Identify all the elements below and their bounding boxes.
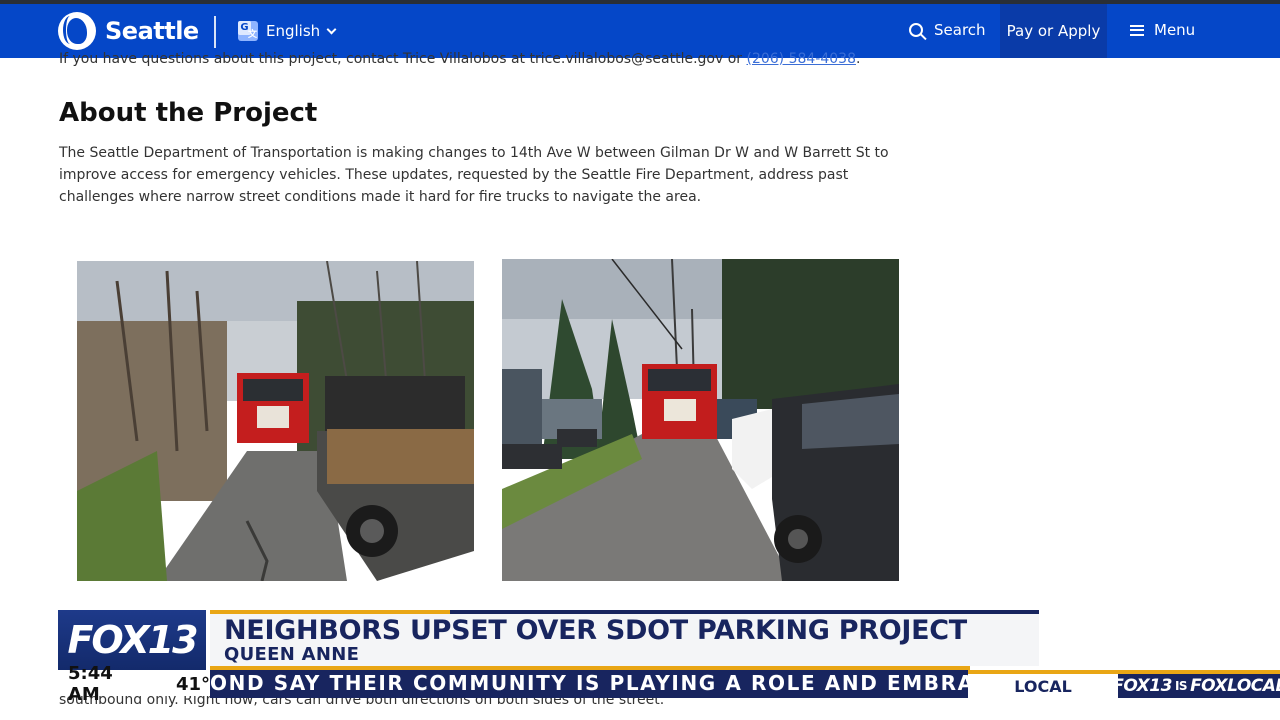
site-header: Seattle G文 English Search Pay or Apply M… (0, 4, 1280, 58)
search-icon (909, 23, 923, 37)
contact-line: If you have questions about this project… (59, 51, 860, 67)
seattle-logo-link[interactable]: Seattle (58, 12, 199, 50)
news-ticker: OND SAY THEIR COMMUNITY IS PLAYING A ROL… (210, 670, 968, 698)
logo-text: Seattle (105, 17, 199, 45)
header-divider (214, 16, 216, 48)
news-headline: NEIGHBORS UPSET OVER SDOT PARKING PROJEC… (224, 615, 967, 646)
page-section-title: About the Project (59, 98, 318, 128)
language-selector[interactable]: G文 English (238, 21, 337, 41)
fire-truck-photo-left (77, 261, 474, 581)
fox13-station-logo: FOX13 (58, 610, 206, 670)
menu-label: Menu (1154, 21, 1196, 39)
pay-or-apply-button[interactable]: Pay or Apply (1000, 4, 1107, 58)
language-label: English (266, 22, 321, 40)
station-logo-text: FOX13 (67, 618, 198, 662)
about-paragraph: The Seattle Department of Transportation… (59, 145, 889, 205)
time-temperature-box: 5:44 AM 41° (58, 663, 210, 705)
news-subheadline: QUEEN ANNE (224, 644, 360, 665)
contact-phone-link[interactable]: (206) 584-4038 (746, 51, 856, 67)
google-translate-icon: G文 (238, 21, 258, 41)
broadcast-temperature: 41° (175, 673, 210, 695)
brand-left: FOX13 (1112, 676, 1172, 696)
hamburger-menu-icon (1130, 24, 1144, 36)
brand-mid: IS (1174, 679, 1188, 693)
search-label: Search (934, 21, 986, 39)
fox13-is-foxlocal-brand: FOX13 IS FOXLOCAL (1112, 670, 1280, 698)
chevron-down-icon (326, 24, 337, 34)
search-button[interactable]: Search (909, 21, 986, 39)
ticker-text: OND SAY THEIR COMMUNITY IS PLAYING A ROL… (210, 671, 968, 695)
menu-button[interactable]: Menu (1130, 21, 1195, 39)
fire-truck-photo-right (502, 259, 899, 581)
section-label-local: LOCAL (968, 670, 1118, 698)
section-label-text: LOCAL (1014, 676, 1072, 696)
brand-right: FOXLOCAL (1190, 676, 1280, 696)
seattle-seal-icon (58, 12, 96, 50)
contact-suffix: . (855, 51, 861, 67)
pay-label: Pay or Apply (1006, 22, 1101, 40)
broadcast-time: 5:44 AM (68, 663, 113, 705)
contact-text: If you have questions about this project… (59, 51, 747, 67)
